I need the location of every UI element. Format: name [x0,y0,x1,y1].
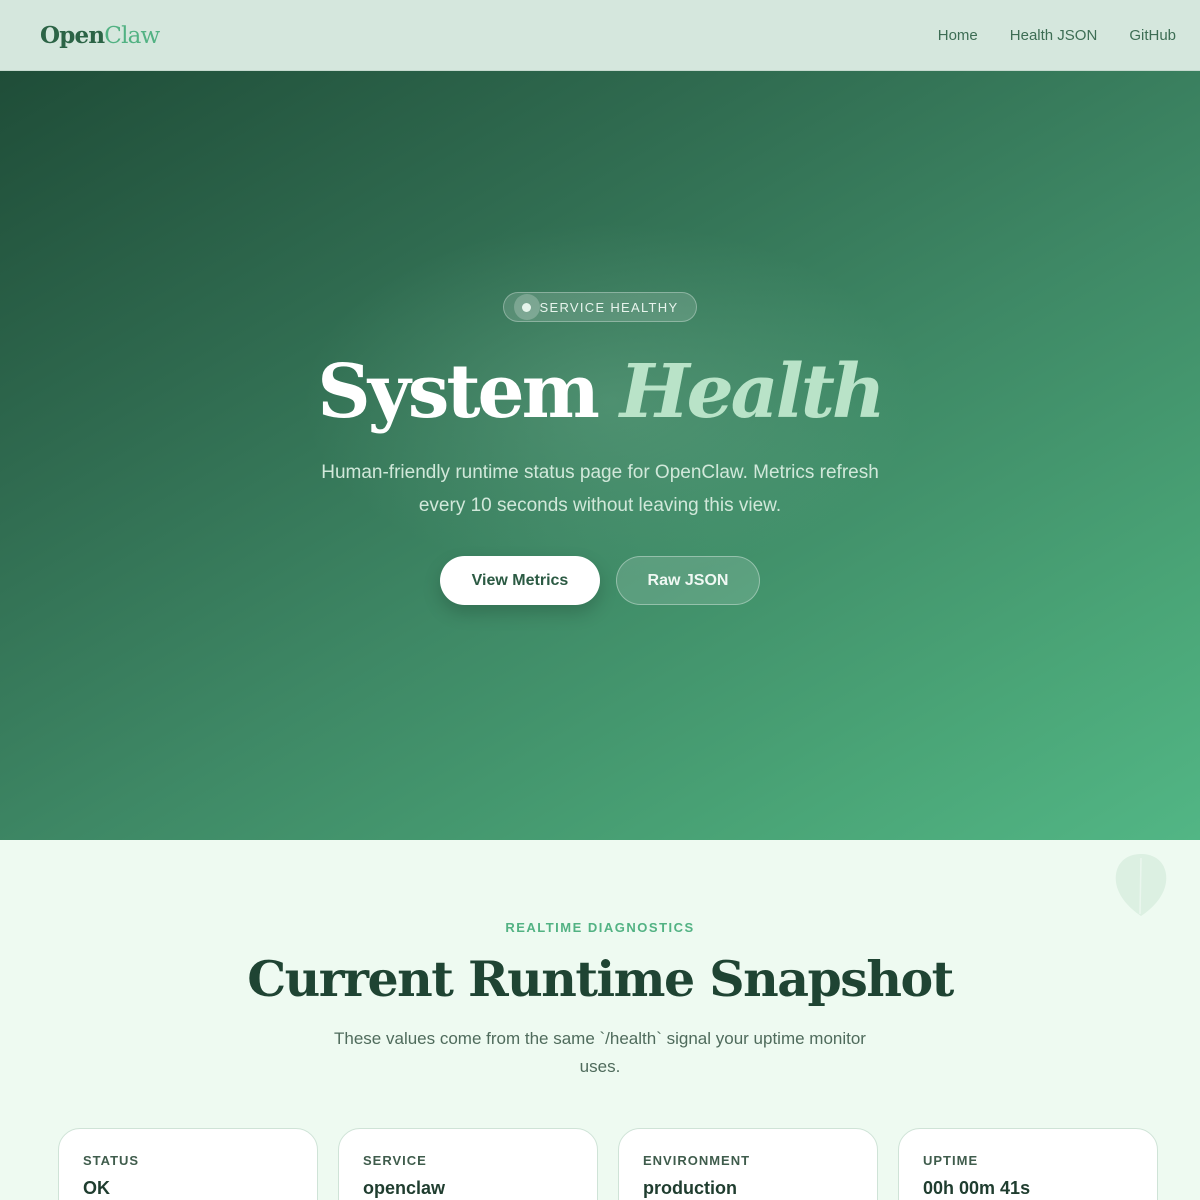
top-navbar: OpenClaw Home Health JSON GitHub [0,0,1200,71]
hero-title: System Health [317,349,886,435]
hero-subtitle: Human-friendly runtime status page for O… [321,462,879,516]
view-metrics-button[interactable]: View Metrics [440,556,600,605]
diagnostics-section: REALTIME DIAGNOSTICS Current Runtime Sna… [0,840,1200,1200]
section-title: Current Runtime Snapshot [247,950,954,1008]
nav-link-health-json[interactable]: Health JSON [1010,27,1098,44]
hero-content: SERVICE HEALTHY System Health Human-frie… [0,71,1200,605]
status-badge-label: SERVICE HEALTHY [539,299,679,315]
service-status-badge: SERVICE HEALTHY [502,292,698,322]
metric-value: production [643,1178,737,1198]
metric-card-service: SERVICE openclaw [338,1128,598,1200]
status-dot-icon [513,294,540,320]
main-nav: Home Health JSON GitHub [938,27,1176,44]
metric-value: openclaw [363,1178,446,1198]
logo-text-claw: Claw [104,22,160,49]
section-subtitle: These values come from the same `/health… [334,1029,866,1076]
metric-cards: STATUS OK SERVICE openclaw ENVIRONMENT p… [58,1128,1158,1200]
metric-card-uptime: UPTIME 00h 00m 41s [898,1128,1158,1200]
hero-section: SERVICE HEALTHY System Health Human-frie… [0,71,1200,840]
raw-json-button[interactable]: Raw JSON [616,556,760,605]
logo-text-open: Open [40,21,105,49]
hero-title-word-2: Health [619,349,886,435]
hero-title-word-1: System [317,349,600,435]
metric-card-status: STATUS OK [58,1128,318,1200]
metric-card-environment: ENVIRONMENT production [618,1128,878,1200]
logo[interactable]: OpenClaw [40,21,160,49]
section-eyebrow: REALTIME DIAGNOSTICS [505,920,695,935]
nav-link-github[interactable]: GitHub [1129,27,1176,44]
nav-link-home[interactable]: Home [938,27,978,44]
leaf-icon [1115,854,1167,916]
hero-actions: View Metrics Raw JSON [440,556,760,605]
diagnostics-header: REALTIME DIAGNOSTICS Current Runtime Sna… [0,840,1200,1081]
metric-label: UPTIME [923,1153,979,1168]
metric-value: OK [83,1178,110,1198]
metric-label: SERVICE [363,1153,427,1168]
metric-value: 00h 00m 41s [923,1178,1031,1198]
metric-label: STATUS [83,1153,140,1168]
metric-label: ENVIRONMENT [643,1153,751,1168]
